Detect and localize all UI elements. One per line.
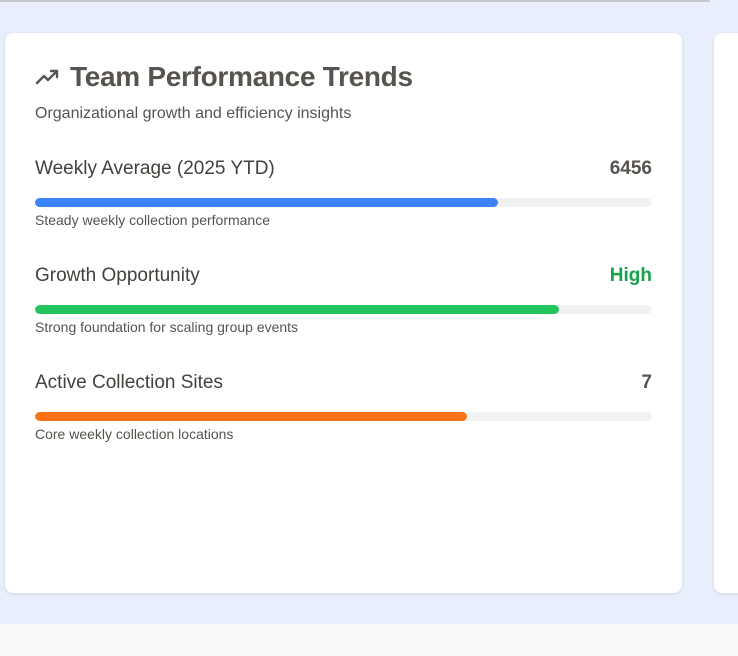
metric-description: Core weekly collection locations [35,426,234,442]
metric-label: Weekly Average (2025 YTD) [35,158,275,179]
metric-label: Growth Opportunity [35,265,200,286]
metric-weekly-average: Weekly Average (2025 YTD) 6456 Steady we… [35,158,652,228]
card-title: Team Performance Trends [70,61,413,92]
progress-fill [35,305,560,314]
progress-track [35,198,652,207]
card-subtitle: Organizational growth and efficiency ins… [35,105,352,122]
metric-description: Strong foundation for scaling group even… [35,319,299,335]
metric-growth-opportunity: Growth Opportunity High Strong foundatio… [35,265,652,335]
progress-fill [35,198,498,207]
metric-label: Active Collection Sites [35,372,223,393]
metric-value: 7 [641,372,652,393]
team-performance-card: Team Performance Trends Organizational g… [5,33,682,593]
card-header: Team Performance Trends [35,61,413,93]
metric-value: High [609,265,652,286]
progress-fill [35,412,467,421]
progress-track [35,305,652,314]
progress-track [35,412,652,421]
top-divider [0,0,710,2]
adjacent-card [714,33,738,593]
metric-description: Steady weekly collection performance [35,212,271,228]
trending-up-icon [35,66,61,88]
metric-active-sites: Active Collection Sites 7 Core weekly co… [35,372,652,442]
metric-value: 6456 [609,158,652,179]
